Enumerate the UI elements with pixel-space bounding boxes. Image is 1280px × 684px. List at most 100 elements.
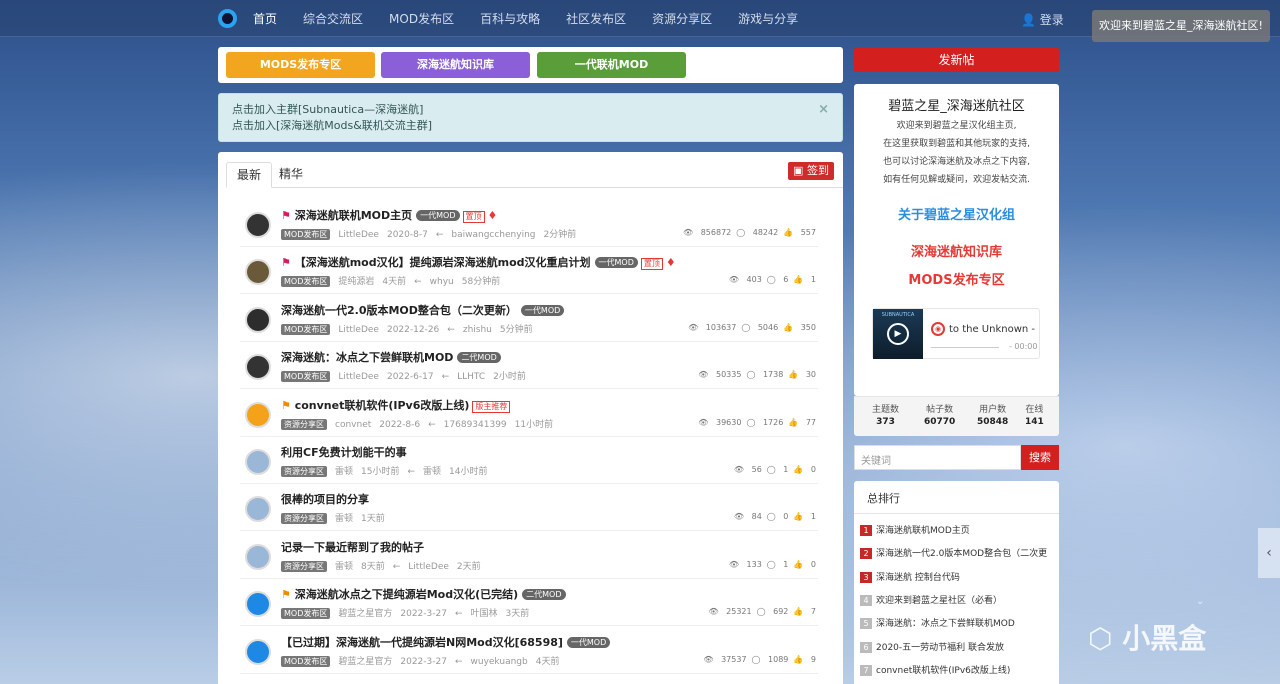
thread-title[interactable]: 记录一下最近帮到了我的帖子 bbox=[281, 541, 424, 554]
thread-author[interactable]: 碧蓝之星官方 bbox=[338, 657, 392, 667]
rank-item[interactable]: 5 深海迷航：冰点之下尝鲜联机MOD bbox=[860, 616, 1055, 630]
thread-title[interactable]: 深海迷航：冰点之下尝鲜联机MOD bbox=[281, 351, 453, 364]
last-replier[interactable]: whyu bbox=[430, 277, 454, 287]
tab-featured[interactable]: 精华 bbox=[269, 162, 313, 188]
thread-author[interactable]: convnet bbox=[335, 420, 371, 430]
section-badge[interactable]: MOD发布区 bbox=[281, 323, 331, 335]
last-replier[interactable]: zhishu bbox=[463, 325, 492, 335]
avatar[interactable] bbox=[245, 449, 271, 475]
avatar[interactable] bbox=[245, 638, 271, 665]
tab-latest[interactable]: 最新 bbox=[226, 162, 273, 188]
thread-row[interactable]: 深海迷航一代2.0版本MOD整合包（二次更新） 一代MOD MOD发布区 Little… bbox=[240, 295, 818, 342]
nav-item-games[interactable]: 游戏与分享 bbox=[738, 10, 798, 27]
status-badge: 置顶 bbox=[462, 211, 485, 223]
rank-number: 7 bbox=[860, 664, 872, 676]
avatar[interactable] bbox=[245, 259, 271, 286]
avatar[interactable] bbox=[245, 401, 271, 428]
nav-item-wiki[interactable]: 百科与攻略 bbox=[480, 10, 540, 27]
thread-row[interactable]: ⚑ 【深海迷航mod汉化】提纯源岩深海迷航mod汉化重启计划 一代MOD 置顶 ♦ MO… bbox=[240, 247, 818, 295]
section-badge[interactable]: MOD发布区 bbox=[281, 655, 331, 667]
multiplayer-mod-button[interactable]: 一代联机MOD bbox=[537, 52, 686, 78]
alert-link-main-group[interactable]: 点击加入主群[Subnautica—深海迷航] bbox=[232, 102, 829, 118]
last-replier[interactable]: LittleDee bbox=[408, 562, 449, 572]
nav-item-resources[interactable]: 资源分享区 bbox=[652, 10, 712, 27]
avatar[interactable] bbox=[245, 496, 271, 523]
last-replier[interactable]: LLHTC bbox=[457, 372, 485, 382]
avatar[interactable] bbox=[245, 212, 271, 238]
avatar[interactable] bbox=[245, 591, 271, 618]
wiki-button[interactable]: 深海迷航知识库 bbox=[381, 52, 530, 78]
thread-author[interactable]: 碧蓝之星官方 bbox=[338, 609, 392, 619]
mods-release-button[interactable]: MODS发布专区 bbox=[226, 52, 375, 78]
thread-author[interactable]: LittleDee bbox=[338, 230, 379, 240]
stat-value: 60770 bbox=[924, 417, 956, 427]
section-badge[interactable]: MOD发布区 bbox=[281, 608, 331, 620]
close-icon[interactable]: × bbox=[818, 102, 829, 118]
about-group-link[interactable]: 关于碧蓝之星汉化组 bbox=[854, 204, 1059, 223]
alert-link-mod-group[interactable]: 点击加入[深海迷航Mods&联机交流主群] bbox=[232, 118, 829, 134]
site-logo-icon[interactable] bbox=[218, 9, 237, 28]
view-count: 50335 bbox=[715, 370, 742, 380]
thread-title[interactable]: 【已过期】深海迷航一代提纯源岩N网Mod汉化[68598] bbox=[281, 636, 563, 649]
search-button[interactable]: 搜索 bbox=[1021, 445, 1059, 470]
section-badge[interactable]: MOD发布区 bbox=[281, 229, 331, 240]
wiki-link[interactable]: 深海迷航知识库 bbox=[854, 241, 1059, 260]
checkin-button[interactable]: ▣ 签到 bbox=[788, 162, 834, 180]
rank-item[interactable]: 2 深海迷航一代2.0版本MOD整合包（二次更 bbox=[860, 546, 1055, 560]
rank-item[interactable]: 1 深海迷航联机MOD主页 bbox=[860, 523, 1055, 536]
thread-row[interactable]: 记录一下最近帮到了我的帖子 资源分享区 雷顿 8天前 ← LittleDee 2天前 👁 13… bbox=[240, 532, 818, 579]
thread-author[interactable]: LittleDee bbox=[338, 372, 379, 382]
thread-title[interactable]: 【深海迷航mod汉化】提纯源岩深海迷航mod汉化重启计划 bbox=[295, 256, 591, 269]
thread-title[interactable]: 深海迷航冰点之下提纯源岩Mod汉化(已完结) bbox=[295, 588, 518, 601]
avatar[interactable] bbox=[245, 543, 271, 570]
nav-item-mod[interactable]: MOD发布区 bbox=[389, 10, 454, 27]
thread-row[interactable]: ⚑ convnet联机软件(IPv6改版上线) 版主推荐 资源分享区 convnet 2… bbox=[240, 390, 818, 437]
last-reply-time: 14小时前 bbox=[449, 467, 488, 477]
rank-item[interactable]: 6 2020-五一劳动节福利 联合发放 bbox=[860, 640, 1055, 653]
last-replier[interactable]: baiwangcchenying bbox=[451, 230, 535, 240]
thread-title[interactable]: convnet联机软件(IPv6改版上线) bbox=[295, 399, 470, 412]
thread-title[interactable]: 深海迷航一代2.0版本MOD整合包（二次更新） bbox=[281, 304, 517, 317]
thread-title[interactable]: 深海迷航联机MOD主页 bbox=[295, 209, 412, 222]
section-badge[interactable]: 资源分享区 bbox=[281, 560, 327, 572]
new-post-button[interactable]: 发新帖 bbox=[854, 48, 1059, 72]
chevron-left-icon[interactable]: ‹ bbox=[1258, 528, 1280, 578]
thread-row[interactable]: ⚑ 深海迷航联机MOD主页 一代MOD 置顶 ♦ MOD发布区 LittleDee 2020… bbox=[240, 200, 818, 247]
thread-author[interactable]: 雷顿 bbox=[335, 467, 353, 477]
thread-row[interactable]: 深海迷航：冰点之下尝鲜联机MOD 二代MOD MOD发布区 LittleDee 2022… bbox=[240, 342, 818, 390]
rank-item[interactable]: 7 convnet联机软件(IPv6改版上线) bbox=[860, 663, 1055, 676]
last-replier[interactable]: 叶国林 bbox=[471, 609, 498, 619]
section-badge[interactable]: 资源分享区 bbox=[281, 466, 327, 477]
thread-row[interactable]: ⚑ 深海迷航冰点之下提纯源岩Mod汉化(已完结) 二代MOD MOD发布区 碧蓝之星官… bbox=[240, 579, 818, 627]
thread-row[interactable]: 利用CF免费计划能干的事 资源分享区 雷顿 15小时前 ← 雷顿 14小时前 👁 56 ◯ 1 👍… bbox=[240, 437, 818, 484]
thread-author[interactable]: 雷顿 bbox=[335, 514, 353, 524]
thread-author[interactable]: 提纯源岩 bbox=[338, 277, 374, 287]
login-link[interactable]: 👤 登录 bbox=[1021, 11, 1064, 28]
avatar[interactable] bbox=[245, 306, 271, 333]
nav-item-community[interactable]: 社区发布区 bbox=[566, 10, 626, 27]
thread-row[interactable]: 很棒的项目的分享 资源分享区 雷顿 1天前 👁 84 ◯ 0 👍 1 bbox=[240, 484, 818, 532]
thread-title[interactable]: 很棒的项目的分享 bbox=[281, 493, 369, 506]
search-input[interactable]: 关键词 bbox=[854, 445, 1021, 470]
last-replier[interactable]: 17689341399 bbox=[444, 420, 507, 430]
mods-link[interactable]: MODS发布专区 bbox=[854, 269, 1059, 288]
community-desc-line: 在这里获取到碧蓝和其他玩家的支持, bbox=[883, 139, 1030, 149]
thread-author[interactable]: 雷顿 bbox=[335, 562, 353, 572]
section-badge[interactable]: 资源分享区 bbox=[281, 418, 327, 430]
section-badge[interactable]: 资源分享区 bbox=[281, 513, 327, 525]
rank-item[interactable]: 3 深海迷航 控制台代码 bbox=[860, 570, 1055, 583]
thread-author[interactable]: LittleDee bbox=[338, 325, 379, 335]
thread-title-line: ⚑ 深海迷航冰点之下提纯源岩Mod汉化(已完结) 二代MOD bbox=[281, 586, 566, 602]
section-badge[interactable]: MOD发布区 bbox=[281, 371, 331, 383]
play-icon[interactable]: ▶ bbox=[887, 323, 909, 345]
nav-item-general[interactable]: 综合交流区 bbox=[303, 10, 363, 27]
thread-row[interactable]: 【已过期】深海迷航一代提纯源岩N网Mod汉化[68598] 一代MOD MOD发布区… bbox=[240, 627, 818, 674]
rank-item[interactable]: 4 欢迎来到碧蓝之星社区（必看） bbox=[860, 593, 1055, 606]
progress-bar[interactable] bbox=[931, 347, 999, 348]
nav-item-home[interactable]: 首页 bbox=[253, 10, 277, 27]
avatar[interactable] bbox=[245, 354, 271, 381]
section-badge[interactable]: MOD发布区 bbox=[281, 276, 331, 288]
last-replier[interactable]: wuyekuangb bbox=[471, 657, 528, 667]
last-replier[interactable]: 雷顿 bbox=[423, 467, 441, 477]
thread-title[interactable]: 利用CF免费计划能干的事 bbox=[281, 446, 407, 459]
